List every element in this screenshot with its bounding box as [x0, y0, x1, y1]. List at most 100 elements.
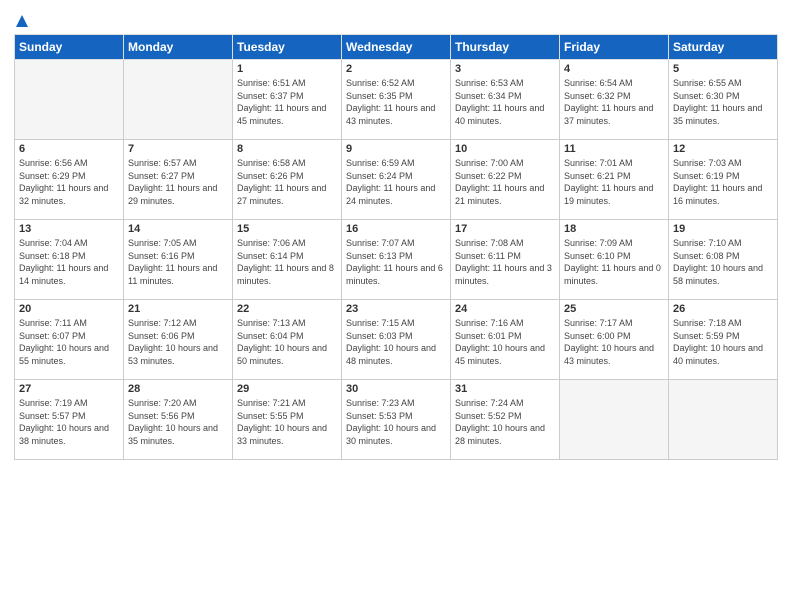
day-cell: 30 Sunrise: 7:23 AM Sunset: 5:53 PM Dayli… [342, 380, 451, 460]
day-cell: 29Sunrise: 7:21 AM Sunset: 5:55 PM Dayli… [233, 380, 342, 460]
day-info: Sunrise: 7:03 AM Sunset: 6:19 PM Dayligh… [673, 157, 773, 207]
day-info: Sunrise: 7:24 AM Sunset: 5:52 PM Dayligh… [455, 397, 555, 447]
logo-icon [15, 14, 29, 33]
day-number: 10 [455, 143, 555, 155]
day-number: 13 [19, 223, 119, 235]
day-cell [15, 60, 124, 140]
day-header-tuesday: Tuesday [233, 35, 342, 60]
day-info: Sunrise: 7:09 AM Sunset: 6:10 PM Dayligh… [564, 237, 664, 287]
day-info: Sunrise: 7:11 AM Sunset: 6:07 PM Dayligh… [19, 317, 119, 367]
day-cell: 10 Sunrise: 7:00 AM Sunset: 6:22 PM Dayli… [451, 140, 560, 220]
day-cell: 27 Sunrise: 7:19 AM Sunset: 5:57 PM Dayli… [15, 380, 124, 460]
day-info: Sunrise: 7:06 AM Sunset: 6:14 PM Dayligh… [237, 237, 337, 287]
day-number: 17 [455, 223, 555, 235]
day-cell: 4 Sunrise: 6:54 AM Sunset: 6:32 PM Daylig… [560, 60, 669, 140]
day-number: 11 [564, 143, 664, 155]
day-header-saturday: Saturday [669, 35, 778, 60]
day-info: Sunrise: 7:04 AM Sunset: 6:18 PM Dayligh… [19, 237, 119, 287]
day-info: Sunrise: 7:21 AM Sunset: 5:55 PM Dayligh… [237, 397, 337, 447]
day-cell: 8 Sunrise: 6:58 AM Sunset: 6:26 PM Daylig… [233, 140, 342, 220]
day-number: 9 [346, 143, 446, 155]
day-number: 31 [455, 383, 555, 395]
day-number: 15 [237, 223, 337, 235]
logo [14, 14, 29, 30]
day-number: 21 [128, 303, 228, 315]
day-cell: 5 Sunrise: 6:55 AM Sunset: 6:30 PM Daylig… [669, 60, 778, 140]
day-number: 16 [346, 223, 446, 235]
day-number: 19 [673, 223, 773, 235]
day-number: 7 [128, 143, 228, 155]
day-info: Sunrise: 7:10 AM Sunset: 6:08 PM Dayligh… [673, 237, 773, 287]
week-row-0: 1 Sunrise: 6:51 AM Sunset: 6:37 PM Daylig… [15, 60, 778, 140]
day-info: Sunrise: 7:19 AM Sunset: 5:57 PM Dayligh… [19, 397, 119, 447]
day-header-monday: Monday [124, 35, 233, 60]
day-info: Sunrise: 6:51 AM Sunset: 6:37 PM Dayligh… [237, 77, 337, 127]
day-number: 4 [564, 63, 664, 75]
day-cell: 2Sunrise: 6:52 AM Sunset: 6:35 PM Daylig… [342, 60, 451, 140]
day-info: Sunrise: 7:18 AM Sunset: 5:59 PM Dayligh… [673, 317, 773, 367]
day-number: 25 [564, 303, 664, 315]
day-cell: 25 Sunrise: 7:17 AM Sunset: 6:00 PM Dayli… [560, 300, 669, 380]
day-cell: 3 Sunrise: 6:53 AM Sunset: 6:34 PM Daylig… [451, 60, 560, 140]
day-header-wednesday: Wednesday [342, 35, 451, 60]
day-cell: 21 Sunrise: 7:12 AM Sunset: 6:06 PM Dayli… [124, 300, 233, 380]
day-cell: 12 Sunrise: 7:03 AM Sunset: 6:19 PM Dayli… [669, 140, 778, 220]
day-info: Sunrise: 6:56 AM Sunset: 6:29 PM Dayligh… [19, 157, 119, 207]
day-cell: 20Sunrise: 7:11 AM Sunset: 6:07 PM Dayli… [15, 300, 124, 380]
day-cell: 13 Sunrise: 7:04 AM Sunset: 6:18 PM Dayli… [15, 220, 124, 300]
day-info: Sunrise: 7:13 AM Sunset: 6:04 PM Dayligh… [237, 317, 337, 367]
day-cell: 14Sunrise: 7:05 AM Sunset: 6:16 PM Dayli… [124, 220, 233, 300]
week-row-1: 6 Sunrise: 6:56 AM Sunset: 6:29 PM Daylig… [15, 140, 778, 220]
week-row-4: 27 Sunrise: 7:19 AM Sunset: 5:57 PM Dayli… [15, 380, 778, 460]
days-header-row: SundayMondayTuesdayWednesdayThursdayFrid… [15, 35, 778, 60]
day-number: 24 [455, 303, 555, 315]
day-cell [124, 60, 233, 140]
day-header-thursday: Thursday [451, 35, 560, 60]
day-info: Sunrise: 6:54 AM Sunset: 6:32 PM Dayligh… [564, 77, 664, 127]
day-number: 18 [564, 223, 664, 235]
day-info: Sunrise: 6:53 AM Sunset: 6:34 PM Dayligh… [455, 77, 555, 127]
day-cell: 9 Sunrise: 6:59 AM Sunset: 6:24 PM Daylig… [342, 140, 451, 220]
day-cell: 28 Sunrise: 7:20 AM Sunset: 5:56 PM Dayli… [124, 380, 233, 460]
day-info: Sunrise: 7:17 AM Sunset: 6:00 PM Dayligh… [564, 317, 664, 367]
day-info: Sunrise: 6:52 AM Sunset: 6:35 PM Dayligh… [346, 77, 446, 127]
day-number: 23 [346, 303, 446, 315]
day-info: Sunrise: 7:16 AM Sunset: 6:01 PM Dayligh… [455, 317, 555, 367]
calendar-table: SundayMondayTuesdayWednesdayThursdayFrid… [14, 34, 778, 460]
day-cell: 16 Sunrise: 7:07 AM Sunset: 6:13 PM Dayli… [342, 220, 451, 300]
day-info: Sunrise: 6:55 AM Sunset: 6:30 PM Dayligh… [673, 77, 773, 127]
week-row-3: 20Sunrise: 7:11 AM Sunset: 6:07 PM Dayli… [15, 300, 778, 380]
day-info: Sunrise: 7:01 AM Sunset: 6:21 PM Dayligh… [564, 157, 664, 207]
day-number: 1 [237, 63, 337, 75]
week-row-2: 13 Sunrise: 7:04 AM Sunset: 6:18 PM Dayli… [15, 220, 778, 300]
day-info: Sunrise: 7:08 AM Sunset: 6:11 PM Dayligh… [455, 237, 555, 287]
day-number: 28 [128, 383, 228, 395]
day-number: 27 [19, 383, 119, 395]
day-info: Sunrise: 7:20 AM Sunset: 5:56 PM Dayligh… [128, 397, 228, 447]
day-number: 6 [19, 143, 119, 155]
day-info: Sunrise: 7:07 AM Sunset: 6:13 PM Dayligh… [346, 237, 446, 287]
day-number: 22 [237, 303, 337, 315]
day-number: 26 [673, 303, 773, 315]
day-cell: 24 Sunrise: 7:16 AM Sunset: 6:01 PM Dayli… [451, 300, 560, 380]
day-info: Sunrise: 7:23 AM Sunset: 5:53 PM Dayligh… [346, 397, 446, 447]
day-cell: 6 Sunrise: 6:56 AM Sunset: 6:29 PM Daylig… [15, 140, 124, 220]
day-info: Sunrise: 6:58 AM Sunset: 6:26 PM Dayligh… [237, 157, 337, 207]
header [14, 10, 778, 30]
day-number: 3 [455, 63, 555, 75]
day-header-friday: Friday [560, 35, 669, 60]
day-number: 8 [237, 143, 337, 155]
day-cell: 18 Sunrise: 7:09 AM Sunset: 6:10 PM Dayli… [560, 220, 669, 300]
day-cell: 26 Sunrise: 7:18 AM Sunset: 5:59 PM Dayli… [669, 300, 778, 380]
day-info: Sunrise: 7:15 AM Sunset: 6:03 PM Dayligh… [346, 317, 446, 367]
day-cell: 22 Sunrise: 7:13 AM Sunset: 6:04 PM Dayli… [233, 300, 342, 380]
day-number: 12 [673, 143, 773, 155]
day-cell: 17 Sunrise: 7:08 AM Sunset: 6:11 PM Dayli… [451, 220, 560, 300]
day-info: Sunrise: 7:00 AM Sunset: 6:22 PM Dayligh… [455, 157, 555, 207]
day-info: Sunrise: 7:12 AM Sunset: 6:06 PM Dayligh… [128, 317, 228, 367]
day-number: 5 [673, 63, 773, 75]
day-info: Sunrise: 6:59 AM Sunset: 6:24 PM Dayligh… [346, 157, 446, 207]
day-number: 30 [346, 383, 446, 395]
day-cell: 1 Sunrise: 6:51 AM Sunset: 6:37 PM Daylig… [233, 60, 342, 140]
day-cell: 7Sunrise: 6:57 AM Sunset: 6:27 PM Daylig… [124, 140, 233, 220]
